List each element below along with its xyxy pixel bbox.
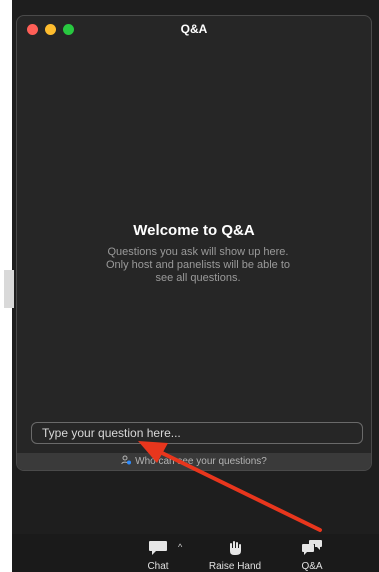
qa-window: Q&A Welcome to Q&A Questions you ask wil… (16, 15, 372, 471)
chat-icon (140, 540, 176, 559)
visibility-label: Who can see your questions? (135, 456, 267, 467)
welcome-title: Welcome to Q&A (133, 222, 255, 239)
question-visibility-button[interactable]: Who can see your questions? (17, 453, 371, 470)
welcome-description: Questions you ask will show up here. Onl… (105, 246, 291, 284)
qa-icon (297, 540, 327, 559)
raise-hand-button[interactable]: Raise Hand (200, 540, 270, 572)
screenshot-stage: Q&A Welcome to Q&A Questions you ask wil… (0, 0, 379, 572)
chat-button[interactable]: Chat (140, 540, 176, 572)
left-edge-handle (4, 270, 14, 308)
raise-hand-label: Raise Hand (208, 561, 262, 572)
qa-label: Q&A (301, 561, 323, 572)
window-titlebar: Q&A (17, 16, 371, 42)
window-title: Q&A (180, 22, 208, 36)
person-icon (121, 455, 132, 465)
chat-label: Chat (147, 561, 169, 572)
meeting-toolbar: Chat ^ Raise Hand Q&A (12, 534, 379, 572)
chevron-up-icon[interactable]: ^ (178, 542, 182, 552)
raise-hand-icon (200, 540, 270, 559)
qa-button[interactable]: Q&A (297, 540, 327, 572)
question-input[interactable]: Type your question here... (31, 422, 363, 444)
